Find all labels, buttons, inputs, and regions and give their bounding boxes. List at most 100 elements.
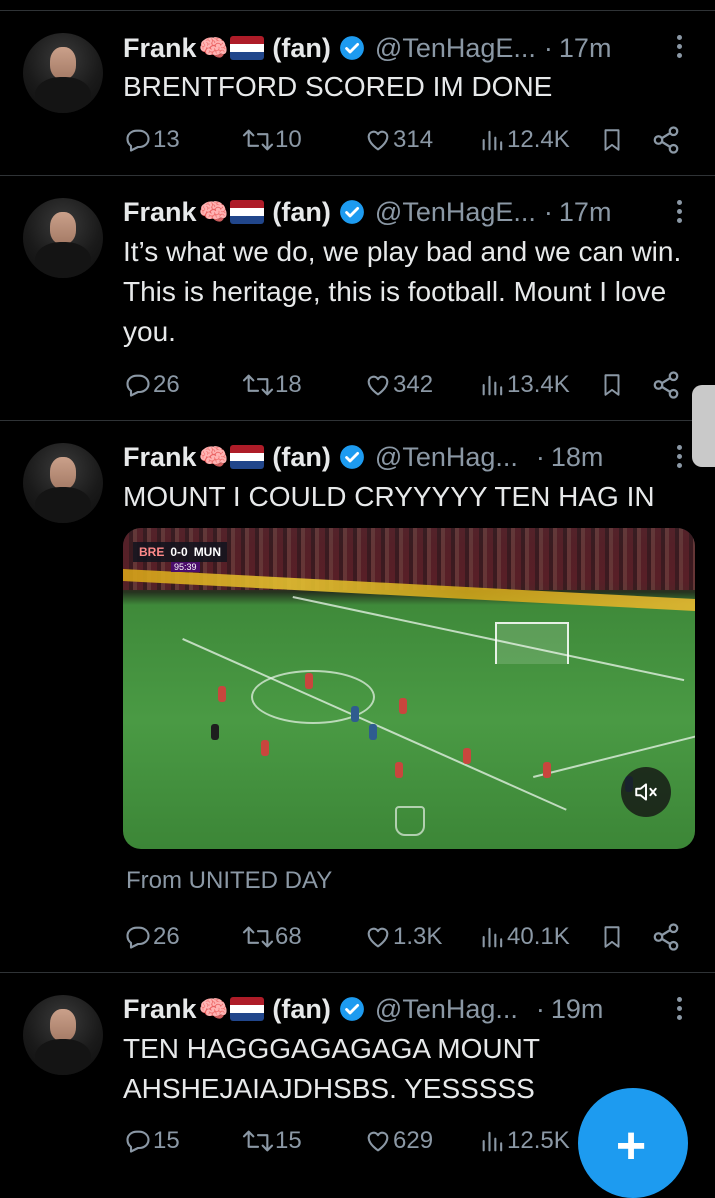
tweet-text: It’s what we do, we play bad and we can … (123, 236, 682, 347)
netherlands-flag-icon (230, 36, 265, 60)
bookmark-icon (604, 374, 620, 396)
retweet-button[interactable]: 18 (241, 371, 363, 399)
avatar[interactable] (23, 198, 103, 278)
views-count: 13.4K (507, 371, 570, 398)
views-icon (482, 927, 503, 948)
reply-count: 26 (153, 371, 180, 398)
bookmark-button[interactable] (599, 125, 651, 155)
views-icon (482, 375, 503, 396)
share-button[interactable] (651, 125, 681, 155)
brain-emoji-icon: 🧠 (198, 198, 229, 226)
timestamp[interactable]: 19m (551, 994, 604, 1025)
display-name-suffix: (fan) (272, 196, 331, 227)
tweet-2[interactable]: Frank 🧠 (fan) @TenHagE... · 17m It’s wha… (0, 175, 715, 421)
reply-icon (126, 129, 150, 152)
like-button[interactable]: 314 (363, 126, 479, 154)
reply-count: 15 (153, 1127, 180, 1154)
pitch-line (533, 734, 695, 778)
brain-emoji-icon: 🧠 (198, 995, 229, 1023)
more-options-icon[interactable] (675, 200, 683, 226)
user-handle[interactable]: @TenHagE... (375, 197, 536, 228)
tweet-header: Frank 🧠 (fan) @TenHag... · 19m (123, 991, 603, 1027)
like-button[interactable]: 342 (363, 371, 479, 399)
display-name[interactable]: Frank (123, 994, 197, 1025)
reply-button[interactable]: 15 (123, 1127, 241, 1155)
tweet-text: TEN HAGGGAGAGAGA MOUNT AHSHEJAIAJDHSBS. … (123, 1033, 540, 1104)
scorebug-clock: 95:39 (171, 562, 200, 572)
player (305, 673, 313, 689)
netherlands-flag-icon (230, 997, 265, 1021)
source-attribution[interactable]: From UNITED DAY (126, 867, 332, 895)
avatar[interactable] (23, 443, 103, 523)
tweet-3[interactable]: Frank 🧠 (fan) @TenHag... · 18m MOUNT I C… (0, 420, 715, 973)
user-handle[interactable]: @TenHagE... (375, 33, 536, 64)
verified-badge-icon (339, 36, 364, 60)
player (395, 762, 403, 778)
separator-dot: · (535, 993, 545, 1024)
retweet-count: 15 (275, 1127, 302, 1154)
bookmark-icon (604, 926, 620, 948)
scorebug-away: MUN (193, 545, 222, 559)
like-button[interactable]: 629 (363, 1127, 479, 1155)
retweet-button[interactable]: 15 (241, 1127, 363, 1155)
display-name[interactable]: Frank (123, 197, 197, 228)
tweet-text: BRENTFORD SCORED IM DONE (123, 71, 553, 102)
views-button[interactable]: 40.1K (479, 923, 599, 951)
heart-icon (367, 130, 389, 151)
timestamp[interactable]: 17m (559, 33, 612, 64)
like-button[interactable]: 1.3K (363, 923, 479, 951)
retweet-icon (242, 374, 274, 396)
display-name[interactable]: Frank (123, 33, 197, 64)
tweet-header: Frank 🧠 (fan) @TenHagE... · 17m (123, 30, 611, 66)
reply-icon (126, 374, 150, 397)
netherlands-flag-icon (230, 445, 265, 469)
views-icon (482, 1131, 503, 1152)
verified-badge-icon (339, 445, 364, 469)
bookmark-button[interactable] (599, 370, 651, 400)
retweet-count: 68 (275, 923, 302, 950)
bookmark-button[interactable] (599, 922, 651, 952)
share-button[interactable] (651, 370, 681, 400)
brain-emoji-icon: 🧠 (198, 443, 229, 471)
tweet-1[interactable]: Frank 🧠 (fan) @TenHagE... · 17m BRENTFOR… (0, 10, 715, 175)
tweet-actions: 26 68 1.3K 40.1K (123, 917, 683, 957)
tweet-actions: 13 10 314 12.4K (123, 120, 683, 160)
retweet-button[interactable]: 68 (241, 923, 363, 951)
retweet-button[interactable]: 10 (241, 126, 363, 154)
avatar[interactable] (23, 33, 103, 113)
reply-count: 13 (153, 126, 180, 153)
display-name[interactable]: Frank (123, 442, 197, 473)
scroll-handle[interactable] (692, 385, 715, 467)
timestamp[interactable]: 18m (551, 442, 604, 473)
scorebug-score: 0-0 (170, 545, 188, 559)
mute-button[interactable] (621, 767, 671, 817)
reply-button[interactable]: 26 (123, 923, 241, 951)
user-handle[interactable]: @TenHag... (375, 442, 518, 473)
more-options-icon[interactable] (675, 445, 683, 471)
verified-badge-icon (339, 997, 364, 1021)
video-player[interactable]: BRE 0-0 MUN 95:39 (123, 528, 695, 849)
player (369, 724, 377, 740)
heart-icon (367, 375, 389, 396)
timestamp[interactable]: 17m (559, 197, 612, 228)
reply-button[interactable]: 13 (123, 126, 241, 154)
reply-icon (126, 926, 150, 949)
more-options-icon[interactable] (675, 997, 683, 1023)
more-options-icon[interactable] (675, 35, 683, 61)
user-handle[interactable]: @TenHag... (375, 994, 518, 1025)
views-button[interactable]: 12.4K (479, 126, 599, 154)
retweet-count: 10 (275, 126, 302, 153)
avatar[interactable] (23, 995, 103, 1075)
retweet-icon (242, 129, 274, 151)
netherlands-flag-icon (230, 200, 265, 224)
reply-count: 26 (153, 923, 180, 950)
display-name-suffix: (fan) (272, 32, 331, 63)
reply-button[interactable]: 26 (123, 371, 241, 399)
display-name-suffix: (fan) (272, 993, 331, 1024)
views-button[interactable]: 13.4K (479, 371, 599, 399)
compose-tweet-button[interactable]: + (578, 1088, 688, 1198)
heart-icon (367, 927, 389, 948)
player (261, 740, 269, 756)
share-button[interactable] (651, 922, 681, 952)
share-icon (653, 371, 679, 399)
